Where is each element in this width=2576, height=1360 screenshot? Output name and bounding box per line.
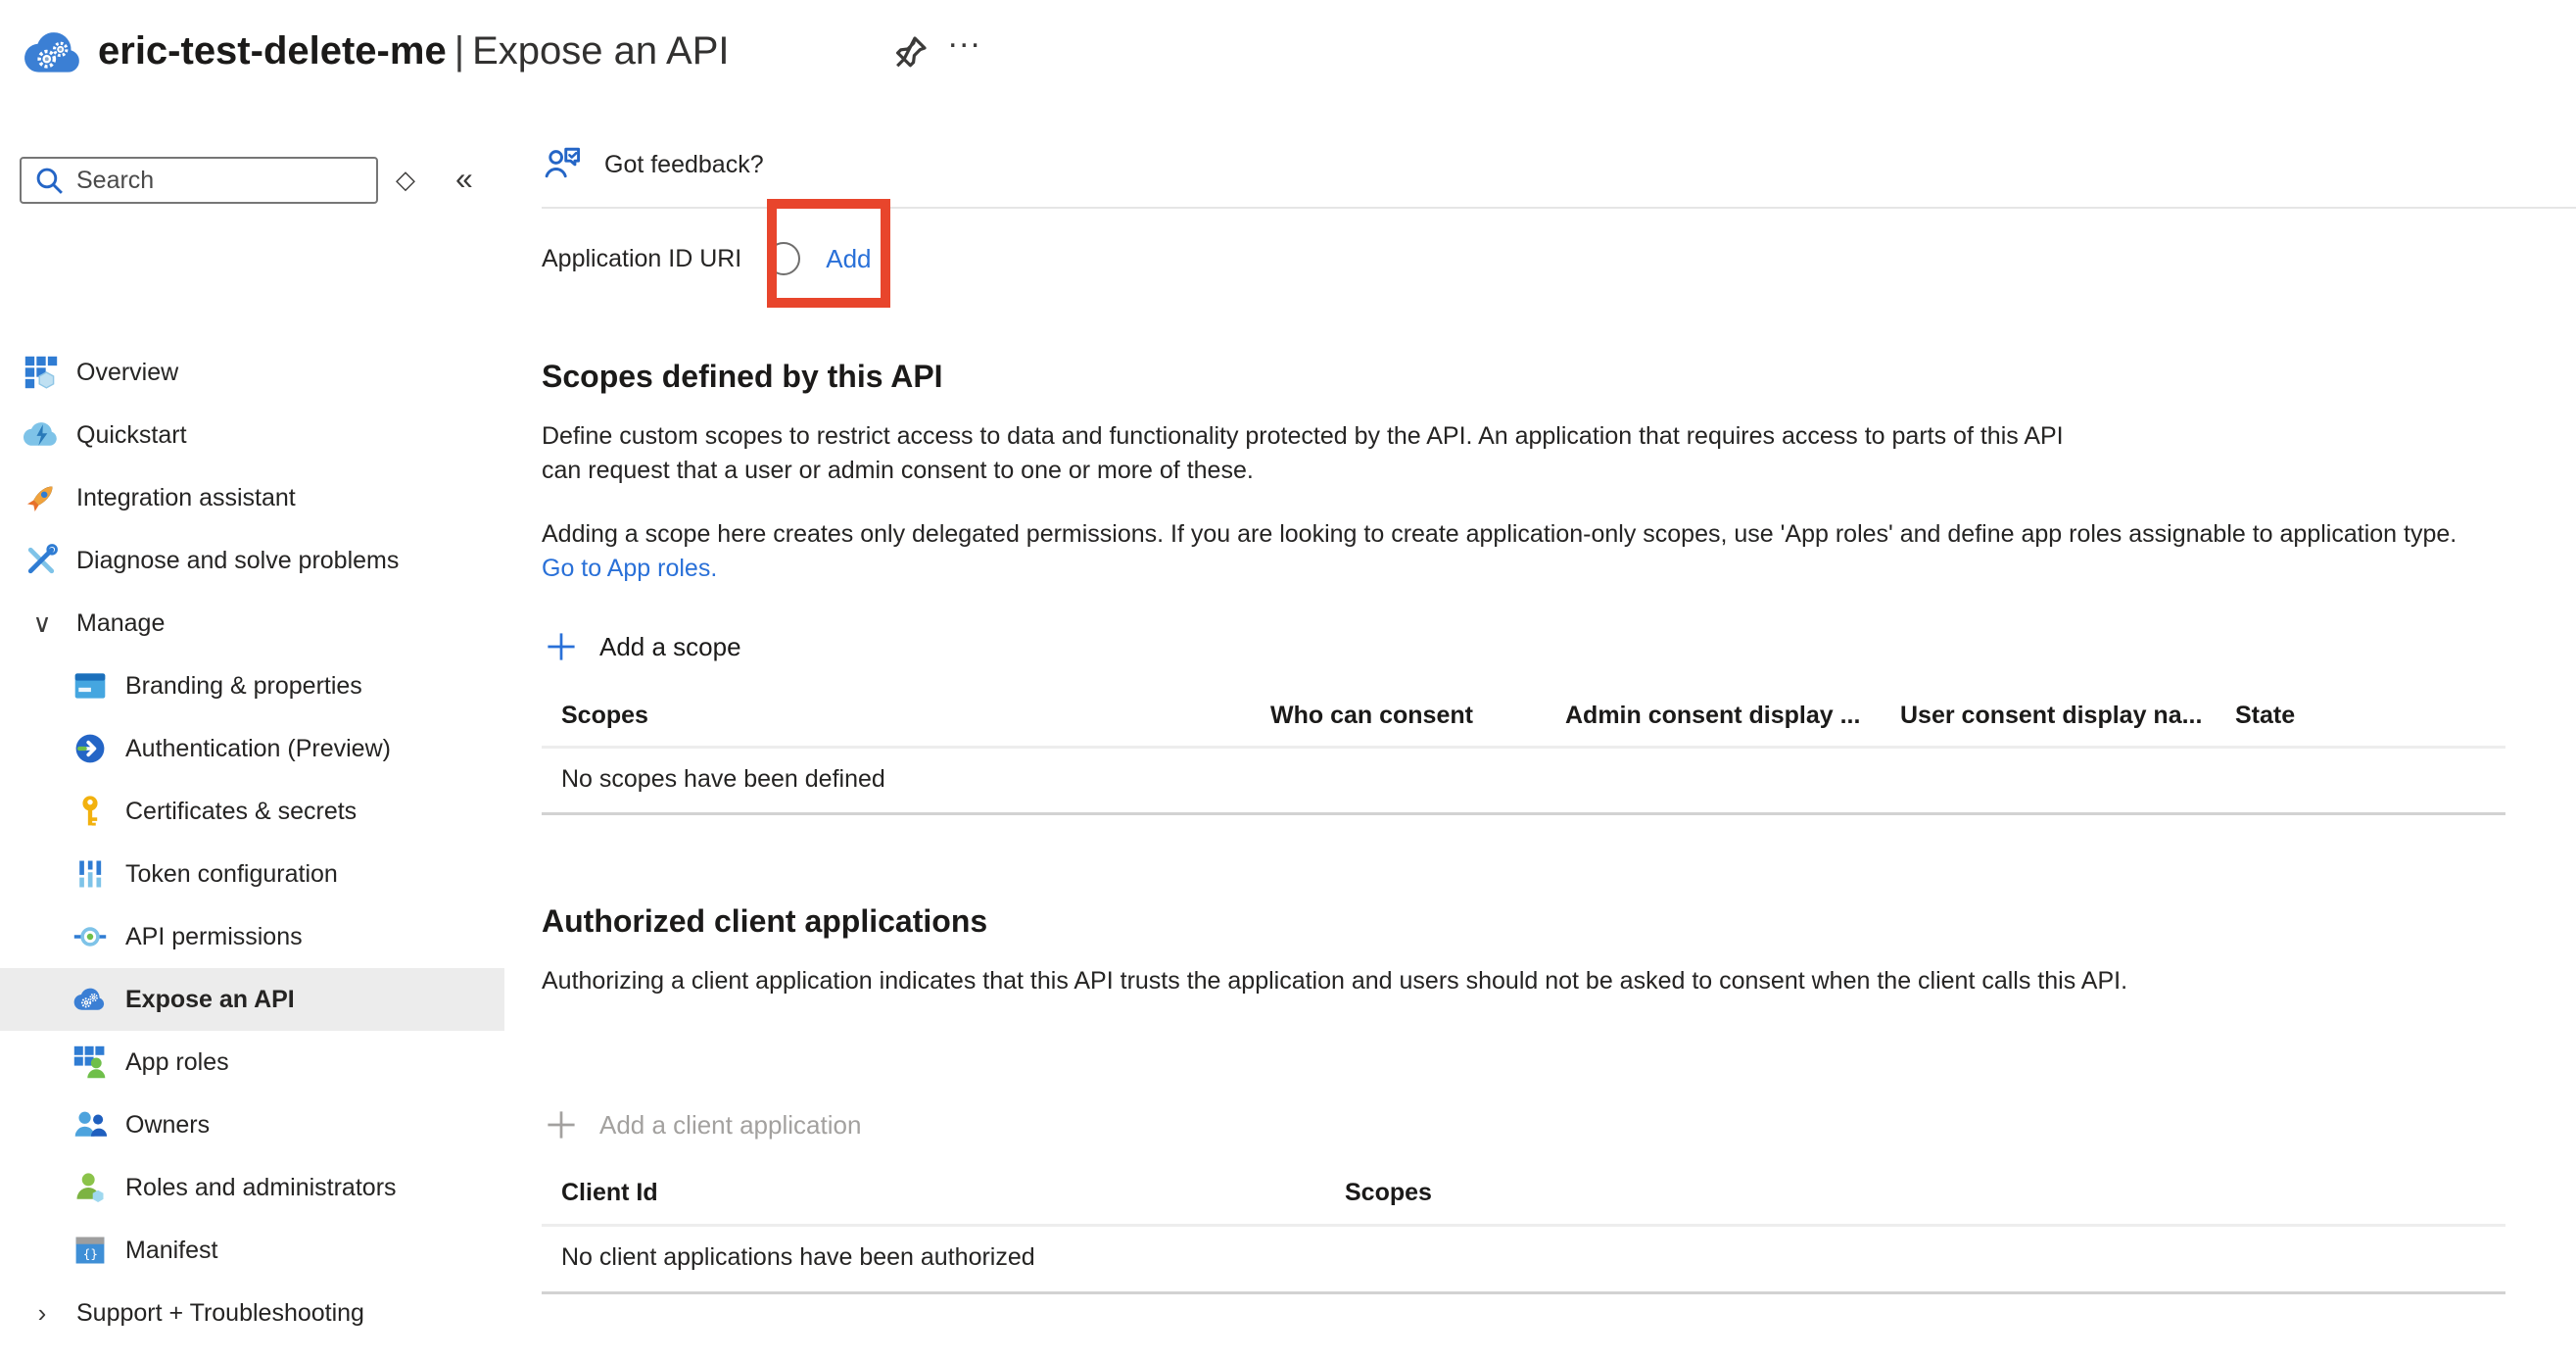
add-a-client-application-button[interactable]: Add a client application [545, 1105, 861, 1144]
plus-icon [545, 630, 578, 663]
page-header: eric-test-delete-me|Expose an API ... [0, 0, 2576, 137]
expose-api-cloud-icon [72, 982, 108, 1017]
manifest-icon: {} [72, 1233, 108, 1268]
scopes-section-note: Adding a scope here creates only delegat… [542, 517, 2496, 586]
owners-people-icon [72, 1107, 108, 1142]
sidebar-item-quickstart[interactable]: Quickstart [0, 404, 504, 466]
scopes-col-user-consent-display: User consent display na... [1900, 702, 2202, 730]
info-icon [767, 242, 800, 275]
sidebar-item-certificates-secrets[interactable]: Certificates & secrets [0, 780, 504, 843]
sidebar-item-label: Quickstart [76, 421, 187, 450]
token-bars-icon [72, 856, 108, 892]
sidebar-item-roles-administrators[interactable]: Roles and administrators [0, 1156, 504, 1219]
feedback-icon [542, 141, 585, 189]
clients-col-client-id: Client Id [561, 1179, 658, 1207]
sidebar-item-expose-an-api[interactable]: Expose an API [0, 968, 504, 1031]
sidebar-item-label: API permissions [125, 923, 303, 951]
scopes-col-state: State [2235, 702, 2295, 730]
sidebar-item-api-permissions[interactable]: API permissions [0, 905, 504, 968]
collapse-menu-icon[interactable]: « [455, 161, 473, 197]
add-a-scope-button[interactable]: Add a scope [545, 627, 741, 666]
sidebar-item-label: Roles and administrators [125, 1174, 397, 1202]
page-title: eric-test-delete-me|Expose an API [98, 25, 729, 76]
clients-table-header-divider [542, 1224, 2505, 1227]
roles-admin-icon [72, 1170, 108, 1205]
application-id-uri-label: Application ID URI [542, 245, 741, 273]
scopes-empty-message: No scopes have been defined [561, 765, 885, 794]
search-icon [33, 165, 67, 198]
tools-icon [24, 543, 59, 578]
chevron-right-icon: › [25, 1298, 59, 1329]
toolbar-divider [542, 207, 2576, 209]
sidebar-item-overview[interactable]: Overview [0, 341, 504, 404]
browser-window-icon [72, 668, 108, 704]
key-icon [72, 794, 108, 829]
authorized-clients-description: Authorizing a client application indicat… [542, 964, 2168, 998]
rocket-icon [24, 480, 59, 515]
sidebar-item-diagnose[interactable]: Diagnose and solve problems [0, 529, 504, 592]
quickstart-icon [24, 417, 59, 453]
clients-empty-message: No client applications have been authori… [561, 1243, 1035, 1272]
resource-menu: ◇ « Overview Quickstart [0, 137, 504, 1360]
sidebar-item-authentication[interactable]: Authentication (Preview) [0, 717, 504, 780]
scopes-col-who-can-consent: Who can consent [1270, 702, 1473, 730]
sidebar-item-label: Token configuration [125, 860, 338, 889]
overview-icon [24, 355, 59, 390]
pin-icon[interactable] [886, 29, 933, 76]
sidebar-item-app-roles[interactable]: App roles [0, 1031, 504, 1093]
more-options-icon[interactable]: ... [948, 18, 1001, 65]
sidebar-item-label: Manifest [125, 1237, 217, 1265]
app-roles-icon [72, 1044, 108, 1080]
scopes-table-bottom-divider [542, 812, 2505, 815]
sidebar-item-label: Branding & properties [125, 672, 362, 701]
app-name: eric-test-delete-me [98, 29, 447, 73]
chevron-down-icon: ∨ [25, 608, 59, 639]
sidebar-item-label: Owners [125, 1111, 210, 1140]
sidebar-item-branding-properties[interactable]: Branding & properties [0, 655, 504, 717]
clients-col-scopes: Scopes [1345, 1179, 1432, 1207]
sidebar-group-support-troubleshooting[interactable]: › Support + Troubleshooting [0, 1282, 504, 1344]
sidebar-group-label: Manage [76, 609, 165, 638]
sidebar-item-manifest[interactable]: {} Manifest [0, 1219, 504, 1282]
scopes-note-text: Adding a scope here creates only delegat… [542, 520, 2457, 548]
search-input[interactable] [20, 157, 378, 204]
scopes-section-title: Scopes defined by this API [542, 359, 943, 395]
sidebar-item-label: Overview [76, 359, 178, 387]
blade-name: Expose an API [472, 29, 729, 73]
app-registration-cloud-icon [22, 25, 86, 80]
svg-text:{}: {} [83, 1246, 98, 1261]
go-to-app-roles-link[interactable]: Go to App roles. [542, 555, 717, 582]
sidebar-item-label: App roles [125, 1048, 229, 1077]
sidebar-item-label: Diagnose and solve problems [76, 547, 399, 575]
sidebar-item-owners[interactable]: Owners [0, 1093, 504, 1156]
title-separator: | [447, 29, 472, 73]
plus-icon [545, 1108, 578, 1141]
add-a-client-application-label: Add a client application [599, 1110, 861, 1141]
sidebar-item-label: Expose an API [125, 986, 295, 1014]
add-application-id-uri-link[interactable]: Add [826, 244, 871, 274]
got-feedback-button[interactable]: Got feedback? [542, 141, 764, 189]
authorized-clients-title: Authorized client applications [542, 903, 987, 940]
sidebar-item-label: Certificates & secrets [125, 798, 357, 826]
menu-search [20, 157, 378, 204]
feedback-label: Got feedback? [604, 151, 764, 179]
authentication-icon [72, 731, 108, 766]
scopes-table-header-divider [542, 746, 2505, 749]
add-a-scope-label: Add a scope [599, 632, 741, 662]
scopes-section-description: Define custom scopes to restrict access … [542, 419, 2099, 488]
resize-menu-icon[interactable]: ◇ [396, 165, 415, 195]
sidebar-item-label: Integration assistant [76, 484, 296, 512]
sidebar-item-token-configuration[interactable]: Token configuration [0, 843, 504, 905]
sidebar-group-manage[interactable]: ∨ Manage [0, 592, 504, 655]
scopes-col-scopes: Scopes [561, 702, 648, 730]
expose-an-api-page: eric-test-delete-me|Expose an API ... ◇ … [0, 0, 2576, 1360]
sidebar-group-label: Support + Troubleshooting [76, 1299, 364, 1328]
application-id-uri-row: Application ID URI Add [542, 235, 872, 282]
sidebar-item-label: Authentication (Preview) [125, 735, 391, 763]
clients-table-bottom-divider [542, 1291, 2505, 1294]
scopes-col-admin-consent-display: Admin consent display ... [1565, 702, 1860, 730]
sidebar-item-integration-assistant[interactable]: Integration assistant [0, 466, 504, 529]
api-permissions-icon [72, 919, 108, 954]
